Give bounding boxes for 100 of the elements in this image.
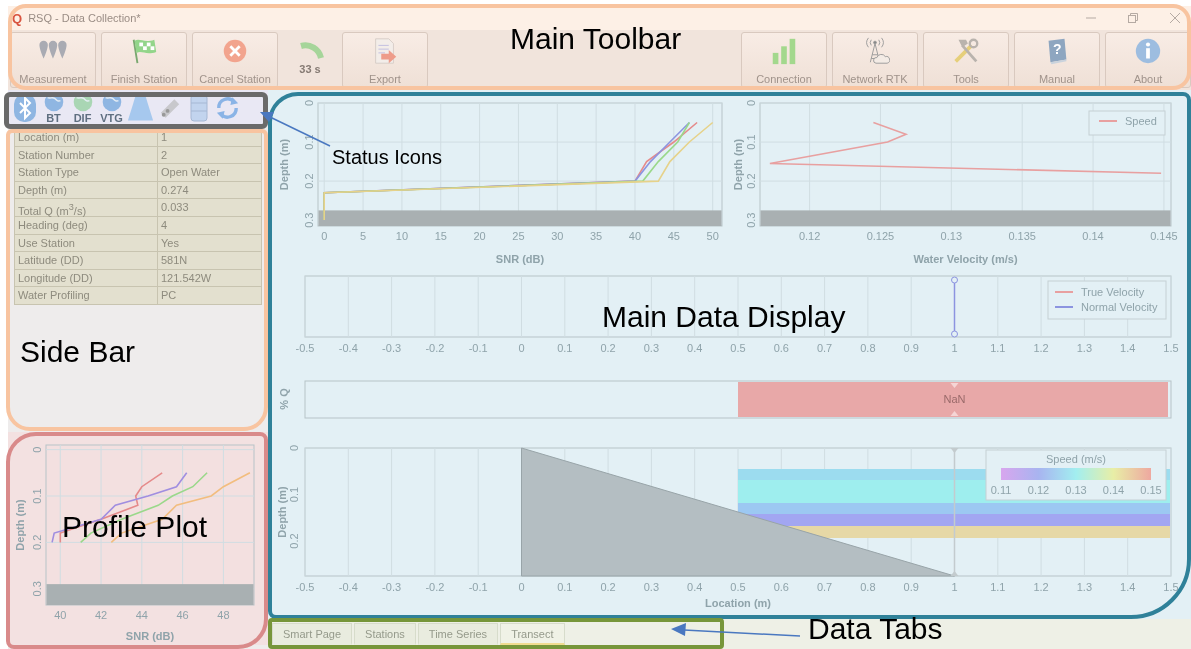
tick-label: 1.2 [1033,342,1049,354]
legend-label: Normal Velocity [1081,301,1158,313]
tick-label: 0.14 [1102,484,1125,496]
axis-label: Depth (m) [278,138,290,191]
axis-label: Location (m) [705,597,771,609]
tick-label: 0.1 [557,581,573,593]
axis-label: % Q [278,388,290,410]
tick-label: 0.7 [816,342,833,354]
tick-label: 0.2 [600,581,616,593]
tick-label: 0.14 [1082,230,1104,242]
property-name: Latitude (DD) [17,253,85,269]
tick-label: 0.3 [303,212,315,228]
tick-label: -0.3 [382,581,402,593]
tick-label: 0.9 [903,581,919,593]
property-value: PC [157,287,261,304]
tick-label: 0.12 [1027,484,1050,496]
tick-label: -0.2 [425,581,445,593]
tick-label: 25 [512,230,525,242]
tick-label: 35 [590,230,603,242]
tick-label: 1.4 [1120,581,1136,593]
window-title: RSQ - Data Collection* [28,12,141,24]
property-name: Station Number [17,147,96,163]
property-value: 4 [157,216,261,234]
tick-label: 30 [551,230,564,242]
tick-label: 20 [473,230,486,242]
tick-label: 1 [951,581,958,593]
tick-label: 50 [706,230,719,242]
tick-label: 0.15 [1140,484,1162,496]
tick-label: -0.1 [468,342,488,354]
tick-label: 0.1 [31,488,43,504]
tick-label: 1.1 [990,342,1006,354]
property-value: Yes [157,234,261,252]
tick-label: 0.13 [940,230,963,242]
tick-label: 42 [94,609,108,621]
tick-label: 1.3 [1076,342,1093,354]
globe-label: VTG [99,113,124,124]
property-value: 0.274 [157,181,261,199]
legend-label: Speed [1125,115,1157,127]
property-name: Water Profiling [17,288,91,304]
tick-label: 46 [176,609,189,621]
property-value: 581N [157,252,261,269]
tick-label: 15 [434,230,447,242]
tick-label: 45 [667,230,680,242]
axis-label: Depth (m) [14,499,26,551]
tick-label: -0.1 [468,581,488,593]
property-name: Longitude (DD) [17,270,94,286]
property-name: Heading (deg) [17,217,89,233]
callout-label: Profile Plot [62,510,208,543]
globe-label: BT [45,113,62,124]
tick-label: 0.1 [745,134,757,150]
tick-label: 1.5 [1163,342,1179,354]
tick-label: 0.2 [745,173,757,189]
tick-label: 0.9 [903,342,919,354]
callout-label: Main Toolbar [510,22,682,55]
tick-label: -0.4 [338,342,358,354]
tick-label: -0.3 [382,342,402,354]
tick-label: 0.1 [303,134,315,150]
tick-label: 0.4 [687,581,703,593]
tick-label: 0 [303,99,315,107]
property-value: 0.033 [157,199,261,216]
tick-label: 0.6 [773,342,789,354]
tick-label: 0.3 [745,212,757,228]
tick-label: 1.2 [1033,581,1049,593]
tick-label: -0.4 [338,581,358,593]
tick-label: 0 [288,444,300,452]
tick-label: 0.2 [600,342,616,354]
tick-label: 1.4 [1120,342,1136,354]
axis-label: Depth (m) [276,486,288,538]
tick-label: 40 [628,230,642,242]
property-value: Open Water [157,164,261,181]
property-value: 1 [157,129,261,146]
property-name: Depth (m) [17,182,68,198]
axis-label: SNR (dB) [125,630,175,642]
tick-label: 0.2 [288,533,300,549]
tick-label: -0.5 [295,581,315,593]
callout-label: Status Icons [332,146,443,168]
property-value: 2 [157,146,261,164]
tick-label: 0.8 [860,342,876,354]
tick-label: 0.3 [643,342,660,354]
tick-label: 0 [31,446,43,453]
tick-label: 44 [135,609,148,621]
tick-label: 0 [518,342,525,354]
tick-label: 1 [951,342,958,354]
tick-label: 10 [395,230,409,242]
property-value: 121.542W [157,269,261,287]
tick-label: -0.5 [295,342,315,354]
tick-label: 0.3 [31,581,43,597]
tick-label: 0.12 [798,230,821,242]
tick-label: 1.1 [990,581,1006,593]
tick-label: 0 [518,581,525,593]
tick-label: 0.125 [866,230,895,242]
tick-label: 1.5 [1163,581,1179,593]
tick-label: 0.2 [31,534,43,551]
axis-label: SNR (dB) [495,253,545,265]
percent-value: NaN [943,393,966,405]
legend-label: True Velocity [1081,286,1145,298]
tick-label: 5 [360,230,367,242]
axis-label: Depth (m) [732,138,744,191]
tick-label: 0.5 [730,342,746,354]
tick-label: 0.8 [860,581,876,593]
